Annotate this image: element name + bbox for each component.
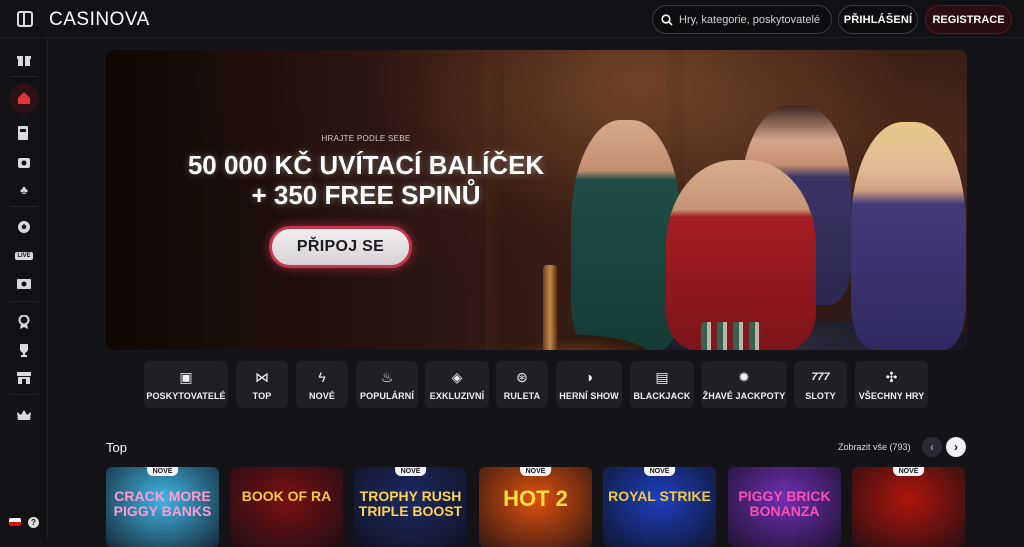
game-title: ROYAL STRIKE <box>608 488 711 504</box>
cards-icon: ▤ <box>655 369 669 385</box>
section-title: Top <box>106 440 127 455</box>
hero-character <box>851 122 966 350</box>
hero-title: 50 000 KČ UVÍTACÍ BALÍČEK + 350 FREE SPI… <box>106 150 626 210</box>
category-label: VŠECHNY HRY <box>858 391 925 401</box>
category-label: POSKYTOVATELÉ <box>146 391 226 401</box>
game-title: HOT 2 <box>503 486 568 511</box>
new-badge: NOVÉ <box>146 467 179 476</box>
sidebar-divider <box>10 206 38 207</box>
sidebar: ♣ LIVE ? <box>0 38 48 539</box>
sidebar-divider <box>10 394 38 395</box>
football-icon[interactable] <box>14 217 34 237</box>
search-input[interactable] <box>679 13 827 26</box>
category-slots[interactable]: 777 SLOTY <box>794 361 847 408</box>
hero-kicker: HRAJTE PODLE SEBE <box>321 134 411 143</box>
hero-banner[interactable]: HRAJTE PODLE SEBE 50 000 KČ UVÍTACÍ BALÍ… <box>106 50 967 350</box>
providers-icon: ▣ <box>179 369 193 385</box>
show-all-link[interactable]: Zobrazit vše (793) <box>838 442 911 452</box>
all-games-icon: ✣ <box>885 369 898 385</box>
gift-icon[interactable] <box>14 50 34 70</box>
category-game-show[interactable]: ◑ HERNÍ SHOW <box>556 361 622 408</box>
login-button[interactable]: PŘIHLÁŠENÍ <box>838 5 918 34</box>
new-badge: NOVÉ <box>892 467 925 476</box>
roulette-icon: ⊛ <box>516 369 528 385</box>
game-tile[interactable]: NOVÉ <box>852 467 965 547</box>
category-label: NOVÉ <box>309 391 335 401</box>
sidebar-toggle-icon[interactable] <box>17 11 33 27</box>
category-label: EXKLUZIVNÍ <box>429 391 485 401</box>
bowtie-icon: ⋈ <box>255 369 269 385</box>
game-tile[interactable]: ROYAL STRIKE NOVÉ <box>603 467 716 547</box>
hero-title-line: 50 000 KČ UVÍTACÍ BALÍČEK <box>187 150 545 180</box>
live-icon[interactable]: LIVE <box>14 246 34 266</box>
game-title: TROPHY RUSH TRIPLE BOOST <box>358 488 463 519</box>
language-flag-icon[interactable] <box>9 518 21 526</box>
category-blackjack[interactable]: ▤ BLACKJACK <box>630 361 694 408</box>
category-providers[interactable]: ▣ POSKYTOVATELÉ <box>144 361 228 408</box>
category-label: TOP <box>252 391 272 401</box>
game-tile[interactable]: HOT 2 NOVÉ <box>479 467 592 547</box>
home-icon[interactable] <box>9 83 39 113</box>
slot-machine-icon[interactable] <box>14 123 34 143</box>
search-box[interactable] <box>652 5 832 34</box>
carousel-next-button[interactable]: › <box>946 437 966 457</box>
category-label: RULETA <box>503 391 541 401</box>
category-label: BLACKJACK <box>633 391 691 401</box>
category-exclusive[interactable]: ◈ EXKLUZIVNÍ <box>425 361 489 408</box>
hero-title-line: + 350 FREE SPINŮ <box>251 180 481 210</box>
game-title: BOOK OF RA <box>241 488 332 504</box>
trophy-icon[interactable] <box>14 340 34 360</box>
category-popular[interactable]: ♨ POPULÁRNÍ <box>356 361 418 408</box>
game-title: CRACK MORE PIGGY BANKS <box>113 488 212 519</box>
diamond-icon: ◈ <box>451 369 463 385</box>
virtual-sports-icon[interactable] <box>14 275 34 295</box>
roulette-spindle <box>543 265 557 350</box>
search-icon <box>661 13 673 26</box>
flame-icon: ♨ <box>380 369 394 385</box>
award-icon[interactable] <box>14 312 34 332</box>
top-header: CASINOVA PŘIHLÁŠENÍ REGISTRACE <box>0 0 1024 38</box>
clover-icon[interactable]: ♣ <box>14 180 34 200</box>
game-tile[interactable]: CRACK MORE PIGGY BANKS NOVÉ <box>106 467 219 547</box>
game-tile[interactable]: PIGGY BRICK BONANZA <box>728 467 841 547</box>
register-button[interactable]: REGISTRACE <box>925 5 1012 34</box>
category-label: SLOTY <box>805 391 836 401</box>
sidebar-divider <box>10 301 38 302</box>
category-label: POPULÁRNÍ <box>360 391 414 401</box>
shop-icon[interactable] <box>14 368 34 388</box>
category-top[interactable]: ⋈ TOP <box>236 361 288 408</box>
category-new[interactable]: ϟ NOVÉ <box>296 361 348 408</box>
hot-jackpot-icon: ✹ <box>738 369 750 385</box>
game-title: PIGGY BRICK BONANZA <box>738 488 831 519</box>
game-carousel: CRACK MORE PIGGY BANKS NOVÉ BOOK OF RA T… <box>106 467 967 547</box>
help-icon[interactable]: ? <box>28 517 39 528</box>
casino-logo[interactable]: CASINOVA <box>49 9 150 31</box>
category-hot-jackpots[interactable]: ✹ ŽHAVÉ JACKPOTY <box>701 361 787 408</box>
category-roulette[interactable]: ⊛ RULETA <box>496 361 548 408</box>
new-badge: NOVÉ <box>394 467 427 476</box>
vip-crown-icon[interactable] <box>14 405 34 425</box>
join-button[interactable]: PŘIPOJ SE <box>269 226 412 268</box>
777-icon: 777 <box>811 371 830 383</box>
new-badge: NOVÉ <box>643 467 676 476</box>
poker-chip-icon[interactable] <box>14 152 34 172</box>
game-tile[interactable]: BOOK OF RA <box>230 467 343 547</box>
new-badge: NOVÉ <box>519 467 552 476</box>
category-all-games[interactable]: ✣ VŠECHNY HRY <box>855 361 928 408</box>
sidebar-divider <box>10 76 38 77</box>
casino-chips <box>701 322 761 350</box>
lightning-icon: ϟ <box>318 369 326 385</box>
carousel-prev-button[interactable]: ‹ <box>922 437 942 457</box>
category-label: ŽHAVÉ JACKPOTY <box>702 391 786 401</box>
game-tile[interactable]: TROPHY RUSH TRIPLE BOOST NOVÉ <box>354 467 467 547</box>
category-label: HERNÍ SHOW <box>559 391 619 401</box>
mask-icon: ◑ <box>584 369 594 385</box>
